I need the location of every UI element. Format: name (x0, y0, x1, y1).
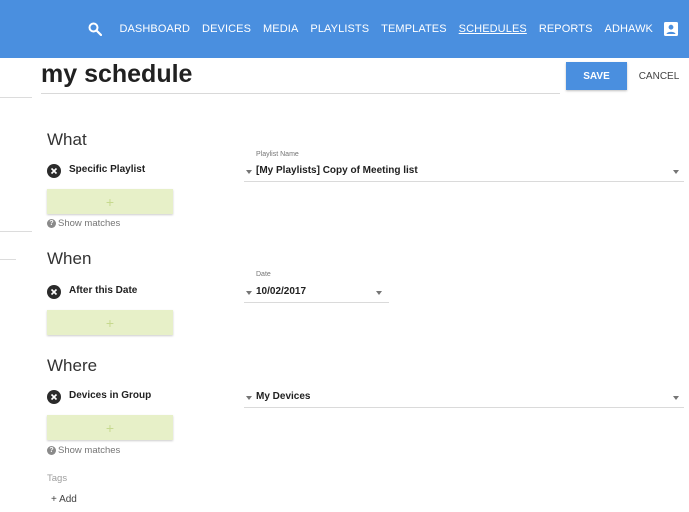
nav-item-reports[interactable]: REPORTS (539, 23, 593, 35)
tags-label: Tags (47, 473, 68, 484)
cancel-button[interactable]: CANCEL (634, 62, 684, 90)
nav-item-devices[interactable]: DEVICES (202, 23, 251, 35)
field-underline (244, 407, 684, 408)
nav-item-adhawk[interactable]: ADHAWK (605, 23, 653, 35)
playlist-name-label: Playlist Name (256, 151, 299, 158)
date-label: Date (256, 271, 271, 278)
chevron-down-icon[interactable] (673, 396, 679, 400)
remove-criteria-icon[interactable] (47, 390, 61, 404)
save-button[interactable]: SAVE (566, 62, 627, 90)
help-icon: ? (47, 219, 56, 228)
date-input[interactable]: 10/02/2017 (256, 286, 306, 297)
section-heading-what: What (47, 130, 87, 149)
section-heading-where: Where (47, 356, 98, 375)
nav-item-schedules[interactable]: SCHEDULES (459, 23, 527, 35)
field-underline (244, 302, 389, 303)
add-tag-button[interactable]: + Add (51, 494, 77, 505)
nav-item-dashboard[interactable]: DASHBOARD (119, 23, 190, 35)
show-matches-link[interactable]: ? Show matches (47, 218, 120, 229)
account-box-icon[interactable] (663, 21, 679, 37)
chevron-down-icon[interactable] (246, 170, 252, 174)
remove-criteria-icon[interactable] (47, 285, 61, 299)
chevron-down-icon[interactable] (376, 291, 382, 295)
left-divider (0, 231, 32, 232)
criteria-row-when: After this Date (47, 283, 407, 303)
remove-criteria-icon[interactable] (47, 164, 61, 178)
page-title[interactable]: my schedule (41, 60, 192, 89)
criteria-type-label: Specific Playlist (69, 164, 146, 175)
add-criteria-button[interactable]: + (47, 415, 173, 440)
criteria-type-label: Devices in Group (69, 390, 152, 401)
title-underline (41, 93, 560, 94)
show-matches-label: Show matches (58, 445, 121, 456)
show-matches-label: Show matches (58, 218, 121, 229)
field-underline (244, 181, 684, 182)
nav-item-playlists[interactable]: PLAYLISTS (310, 23, 369, 35)
left-divider (0, 259, 16, 260)
criteria-row-where: Devices in Group (47, 388, 687, 408)
criteria-type-label: After this Date (69, 285, 138, 296)
section-heading-when: When (47, 249, 92, 268)
device-group-select[interactable]: My Devices (256, 391, 310, 402)
playlist-name-select[interactable]: [My Playlists] Copy of Meeting list (256, 165, 418, 176)
add-criteria-button[interactable]: + (47, 310, 173, 335)
chevron-down-icon[interactable] (246, 396, 252, 400)
show-matches-link[interactable]: ? Show matches (47, 445, 120, 456)
search-icon[interactable] (85, 19, 105, 39)
nav-item-templates[interactable]: TEMPLATES (381, 23, 447, 35)
chevron-down-icon[interactable] (246, 291, 252, 295)
nav-item-media[interactable]: MEDIA (263, 23, 298, 35)
top-nav-bar: DASHBOARD DEVICES MEDIA PLAYLISTS TEMPLA… (0, 0, 689, 58)
help-icon: ? (47, 446, 56, 455)
left-divider (0, 97, 32, 98)
add-criteria-button[interactable]: + (47, 189, 173, 214)
chevron-down-icon[interactable] (673, 170, 679, 174)
